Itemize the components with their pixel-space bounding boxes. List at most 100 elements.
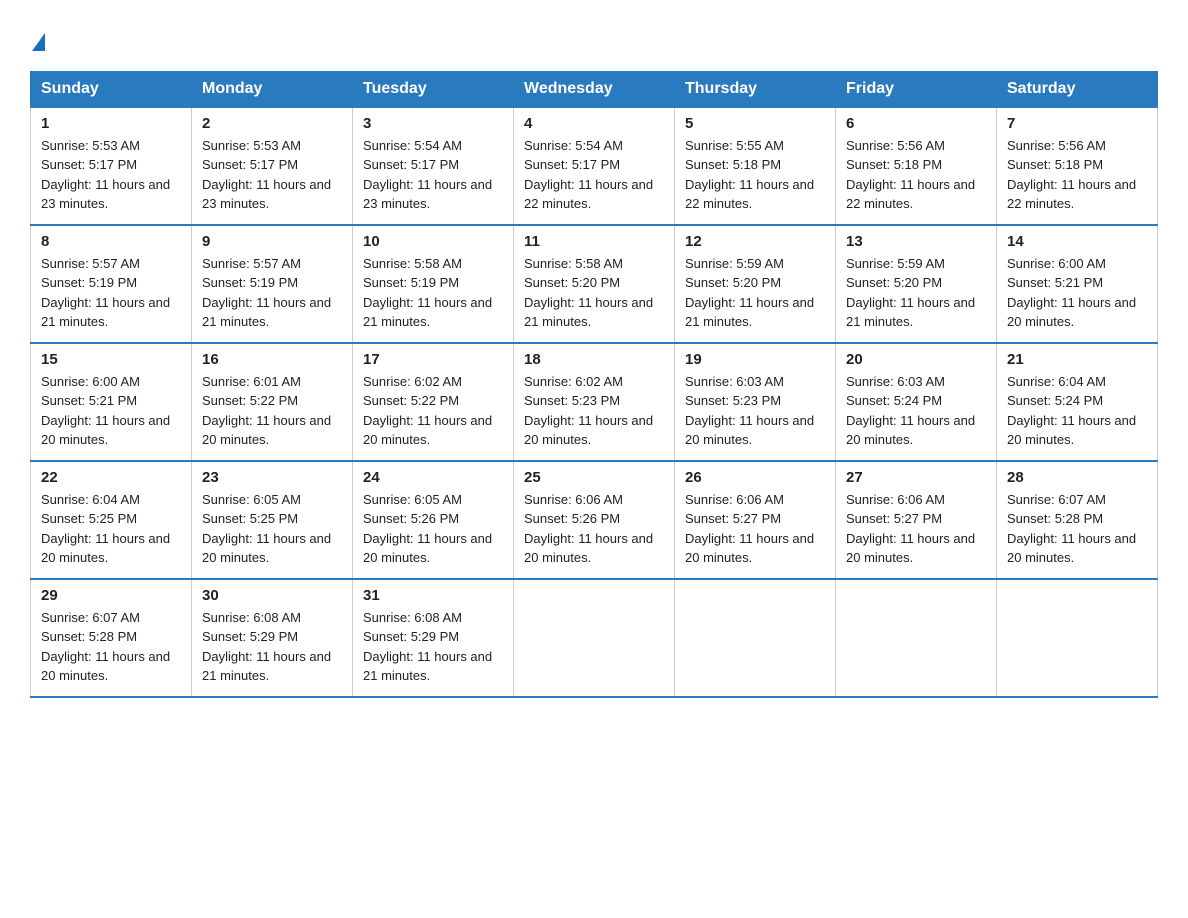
day-number: 22	[41, 469, 181, 486]
logo-top-line	[30, 25, 45, 53]
day-number: 15	[41, 351, 181, 368]
day-number: 8	[41, 233, 181, 250]
day-info: Sunrise: 6:07 AMSunset: 5:28 PMDaylight:…	[41, 608, 181, 686]
calendar-cell: 5Sunrise: 5:55 AMSunset: 5:18 PMDaylight…	[675, 107, 836, 225]
day-number: 14	[1007, 233, 1147, 250]
calendar-cell: 1 Sunrise: 5:53 AMSunset: 5:17 PMDaylight…	[31, 107, 192, 225]
weekday-header-tuesday: Tuesday	[353, 71, 514, 107]
day-info: Sunrise: 6:04 AMSunset: 5:24 PMDaylight:…	[1007, 372, 1147, 450]
day-info: Sunrise: 6:06 AMSunset: 5:27 PMDaylight:…	[685, 490, 825, 568]
day-info: Sunrise: 6:07 AMSunset: 5:28 PMDaylight:…	[1007, 490, 1147, 568]
day-number: 10	[363, 233, 503, 250]
day-info: Sunrise: 6:01 AMSunset: 5:22 PMDaylight:…	[202, 372, 342, 450]
day-info: Sunrise: 6:03 AMSunset: 5:24 PMDaylight:…	[846, 372, 986, 450]
calendar-cell: 10Sunrise: 5:58 AMSunset: 5:19 PMDayligh…	[353, 225, 514, 343]
calendar-cell: 27Sunrise: 6:06 AMSunset: 5:27 PMDayligh…	[836, 461, 997, 579]
calendar-cell: 6 Sunrise: 5:56 AMSunset: 5:18 PMDaylight…	[836, 107, 997, 225]
day-info: Sunrise: 6:00 AMSunset: 5:21 PMDaylight:…	[41, 372, 181, 450]
weekday-header-wednesday: Wednesday	[514, 71, 675, 107]
day-number: 3	[363, 115, 503, 132]
calendar-cell: 19 Sunrise: 6:03 AMSunset: 5:23 PMDayligh…	[675, 343, 836, 461]
weekday-header-monday: Monday	[192, 71, 353, 107]
calendar-cell: 7 Sunrise: 5:56 AMSunset: 5:18 PMDaylight…	[997, 107, 1158, 225]
day-info: Sunrise: 5:58 AMSunset: 5:20 PMDaylight:…	[524, 254, 664, 332]
day-info: Sunrise: 5:56 AMSunset: 5:18 PMDaylight:…	[1007, 136, 1147, 214]
day-number: 7	[1007, 115, 1147, 132]
day-number: 1	[41, 115, 181, 132]
day-info: Sunrise: 6:04 AMSunset: 5:25 PMDaylight:…	[41, 490, 181, 568]
calendar-cell: 23 Sunrise: 6:05 AMSunset: 5:25 PMDayligh…	[192, 461, 353, 579]
calendar-week-row: 22 Sunrise: 6:04 AMSunset: 5:25 PMDayligh…	[31, 461, 1158, 579]
day-number: 20	[846, 351, 986, 368]
calendar-table: SundayMondayTuesdayWednesdayThursdayFrid…	[30, 71, 1158, 698]
weekday-header-row: SundayMondayTuesdayWednesdayThursdayFrid…	[31, 71, 1158, 107]
day-info: Sunrise: 6:02 AMSunset: 5:22 PMDaylight:…	[363, 372, 503, 450]
day-number: 25	[524, 469, 664, 486]
day-info: Sunrise: 6:05 AMSunset: 5:25 PMDaylight:…	[202, 490, 342, 568]
calendar-cell: 21Sunrise: 6:04 AMSunset: 5:24 PMDayligh…	[997, 343, 1158, 461]
weekday-header-thursday: Thursday	[675, 71, 836, 107]
day-number: 11	[524, 233, 664, 250]
day-info: Sunrise: 5:53 AMSunset: 5:17 PMDaylight:…	[41, 136, 181, 214]
calendar-cell: 9 Sunrise: 5:57 AMSunset: 5:19 PMDaylight…	[192, 225, 353, 343]
day-info: Sunrise: 6:00 AMSunset: 5:21 PMDaylight:…	[1007, 254, 1147, 332]
calendar-cell	[675, 579, 836, 697]
day-number: 19	[685, 351, 825, 368]
calendar-cell: 30 Sunrise: 6:08 AMSunset: 5:29 PMDayligh…	[192, 579, 353, 697]
calendar-week-row: 15 Sunrise: 6:00 AMSunset: 5:21 PMDayligh…	[31, 343, 1158, 461]
weekday-header-friday: Friday	[836, 71, 997, 107]
day-info: Sunrise: 5:59 AMSunset: 5:20 PMDaylight:…	[846, 254, 986, 332]
calendar-cell: 3 Sunrise: 5:54 AMSunset: 5:17 PMDaylight…	[353, 107, 514, 225]
day-number: 30	[202, 587, 342, 604]
day-info: Sunrise: 5:53 AMSunset: 5:17 PMDaylight:…	[202, 136, 342, 214]
day-number: 18	[524, 351, 664, 368]
day-number: 13	[846, 233, 986, 250]
calendar-cell: 26 Sunrise: 6:06 AMSunset: 5:27 PMDayligh…	[675, 461, 836, 579]
day-number: 26	[685, 469, 825, 486]
day-info: Sunrise: 5:56 AMSunset: 5:18 PMDaylight:…	[846, 136, 986, 214]
day-number: 5	[685, 115, 825, 132]
day-info: Sunrise: 5:57 AMSunset: 5:19 PMDaylight:…	[202, 254, 342, 332]
calendar-cell: 25 Sunrise: 6:06 AMSunset: 5:26 PMDayligh…	[514, 461, 675, 579]
day-number: 12	[685, 233, 825, 250]
day-info: Sunrise: 5:59 AMSunset: 5:20 PMDaylight:…	[685, 254, 825, 332]
weekday-header-sunday: Sunday	[31, 71, 192, 107]
weekday-header-saturday: Saturday	[997, 71, 1158, 107]
logo-triangle-icon	[32, 33, 45, 51]
day-info: Sunrise: 5:54 AMSunset: 5:17 PMDaylight:…	[363, 136, 503, 214]
day-number: 4	[524, 115, 664, 132]
day-info: Sunrise: 6:06 AMSunset: 5:26 PMDaylight:…	[524, 490, 664, 568]
day-number: 6	[846, 115, 986, 132]
calendar-cell: 20 Sunrise: 6:03 AMSunset: 5:24 PMDayligh…	[836, 343, 997, 461]
calendar-cell	[836, 579, 997, 697]
calendar-cell: 2 Sunrise: 5:53 AMSunset: 5:17 PMDaylight…	[192, 107, 353, 225]
calendar-cell: 8 Sunrise: 5:57 AMSunset: 5:19 PMDaylight…	[31, 225, 192, 343]
calendar-cell: 12 Sunrise: 5:59 AMSunset: 5:20 PMDayligh…	[675, 225, 836, 343]
calendar-week-row: 1 Sunrise: 5:53 AMSunset: 5:17 PMDaylight…	[31, 107, 1158, 225]
calendar-cell: 29 Sunrise: 6:07 AMSunset: 5:28 PMDayligh…	[31, 579, 192, 697]
calendar-week-row: 8 Sunrise: 5:57 AMSunset: 5:19 PMDaylight…	[31, 225, 1158, 343]
calendar-cell: 22 Sunrise: 6:04 AMSunset: 5:25 PMDayligh…	[31, 461, 192, 579]
calendar-cell: 17 Sunrise: 6:02 AMSunset: 5:22 PMDayligh…	[353, 343, 514, 461]
day-info: Sunrise: 6:05 AMSunset: 5:26 PMDaylight:…	[363, 490, 503, 568]
calendar-cell	[997, 579, 1158, 697]
day-number: 16	[202, 351, 342, 368]
day-info: Sunrise: 6:03 AMSunset: 5:23 PMDaylight:…	[685, 372, 825, 450]
day-number: 31	[363, 587, 503, 604]
page-header	[30, 20, 1158, 53]
calendar-cell	[514, 579, 675, 697]
day-number: 29	[41, 587, 181, 604]
calendar-cell: 15 Sunrise: 6:00 AMSunset: 5:21 PMDayligh…	[31, 343, 192, 461]
day-info: Sunrise: 5:57 AMSunset: 5:19 PMDaylight:…	[41, 254, 181, 332]
day-info: Sunrise: 6:08 AMSunset: 5:29 PMDaylight:…	[202, 608, 342, 686]
day-info: Sunrise: 6:02 AMSunset: 5:23 PMDaylight:…	[524, 372, 664, 450]
day-number: 23	[202, 469, 342, 486]
day-info: Sunrise: 6:08 AMSunset: 5:29 PMDaylight:…	[363, 608, 503, 686]
day-number: 17	[363, 351, 503, 368]
calendar-cell: 31 Sunrise: 6:08 AMSunset: 5:29 PMDayligh…	[353, 579, 514, 697]
calendar-cell: 24Sunrise: 6:05 AMSunset: 5:26 PMDayligh…	[353, 461, 514, 579]
calendar-cell: 16 Sunrise: 6:01 AMSunset: 5:22 PMDayligh…	[192, 343, 353, 461]
calendar-cell: 11 Sunrise: 5:58 AMSunset: 5:20 PMDayligh…	[514, 225, 675, 343]
day-number: 2	[202, 115, 342, 132]
day-number: 9	[202, 233, 342, 250]
